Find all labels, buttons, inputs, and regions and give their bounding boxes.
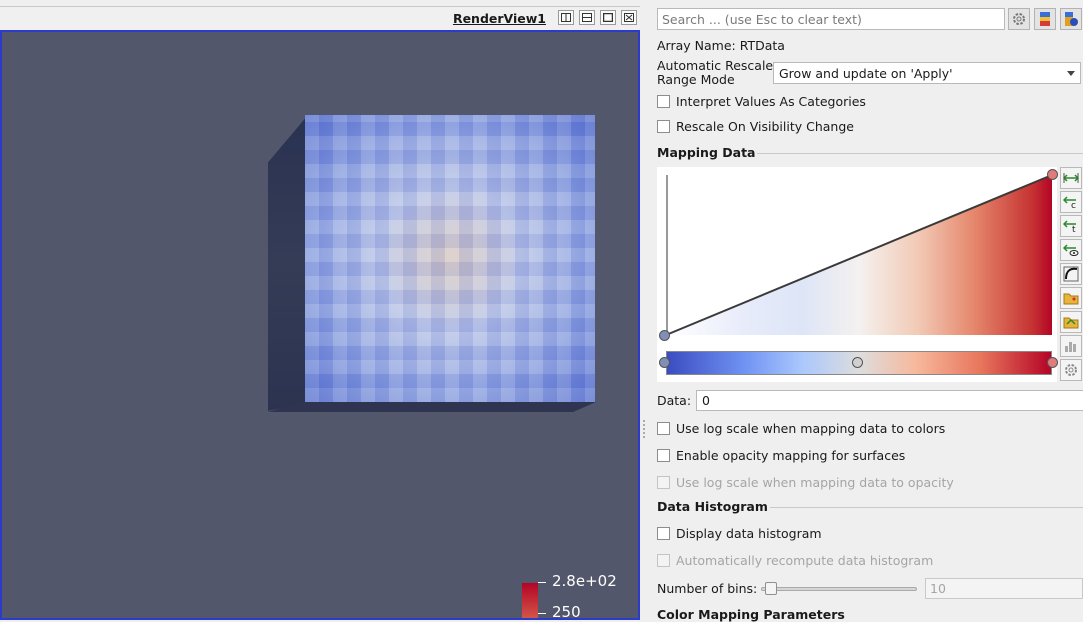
maximize-icon[interactable] <box>600 10 616 25</box>
rescale-temporal-range-icon[interactable]: t <box>1060 215 1082 237</box>
data-label: Data: <box>657 393 692 408</box>
legend-label-250: 250 <box>552 603 581 620</box>
bins-label: Number of bins: <box>657 581 758 596</box>
display-histogram-row[interactable]: Display data histogram <box>657 526 822 541</box>
legend-label-max: 2.8e+02 <box>552 572 617 590</box>
svg-text:c: c <box>1071 201 1076 209</box>
color-point-mid[interactable] <box>852 357 863 368</box>
cube-bottom-face <box>268 402 596 412</box>
scalar-bar-legend[interactable] <box>522 583 538 618</box>
data-histogram-title: Data Histogram <box>657 499 768 514</box>
rescale-visibility-row[interactable]: Rescale On Visibility Change <box>657 119 854 134</box>
close-icon[interactable] <box>621 10 637 25</box>
auto-recompute-checkbox <box>657 554 670 567</box>
auto-recompute-label: Automatically recompute data histogram <box>676 553 934 568</box>
rescale-visibility-checkbox[interactable] <box>657 120 670 133</box>
splitter-grip <box>643 420 645 440</box>
bins-input: 10 <box>925 578 1083 599</box>
opacity-function-line <box>665 174 1053 336</box>
interpret-categories-label: Interpret Values As Categories <box>676 94 866 109</box>
legend-tick-250 <box>538 613 546 614</box>
mapping-data-title: Mapping Data <box>657 145 756 160</box>
opacity-mapping-row[interactable]: Enable opacity mapping for surfaces <box>657 448 905 463</box>
render-viewport[interactable]: 2.8e+02 250 <box>0 30 640 620</box>
display-histogram-label: Display data histogram <box>676 526 822 541</box>
advanced-settings-gear-icon[interactable] <box>1060 359 1082 381</box>
auto-recompute-row: Automatically recompute data histogram <box>657 553 933 568</box>
interpret-categories-checkbox[interactable] <box>657 95 670 108</box>
edit-color-map-icon[interactable] <box>1060 263 1082 285</box>
split-vertical-icon[interactable] <box>579 10 595 25</box>
opacity-mapping-label: Enable opacity mapping for surfaces <box>676 448 906 463</box>
log-colors-row[interactable]: Use log scale when mapping data to color… <box>657 421 945 436</box>
array-name-label: Array Name: RTData <box>657 38 785 53</box>
color-palette-icon[interactable] <box>1034 8 1056 30</box>
log-opacity-row: Use log scale when mapping data to opaci… <box>657 475 954 490</box>
rescale-visibility-label: Rescale On Visibility Change <box>676 119 854 134</box>
data-histogram-icon[interactable] <box>1060 335 1082 357</box>
panel-splitter[interactable] <box>640 0 648 620</box>
mapping-data-divider <box>757 153 1083 154</box>
data-histogram-divider <box>770 507 1083 508</box>
log-colors-label: Use log scale when mapping data to color… <box>676 421 946 436</box>
display-histogram-checkbox[interactable] <box>657 527 670 540</box>
rescale-custom-range-icon[interactable]: c <box>1060 191 1082 213</box>
opacity-point-max[interactable] <box>1047 169 1058 180</box>
search-input[interactable] <box>657 8 1005 30</box>
save-to-preset-icon[interactable] <box>1060 287 1082 309</box>
legend-tick-top <box>538 582 546 583</box>
data-value-input[interactable]: 0 <box>696 390 1083 411</box>
chevron-down-icon <box>1067 71 1075 76</box>
bins-slider-thumb[interactable] <box>765 582 777 595</box>
rescale-mode-value: Grow and update on 'Apply' <box>779 66 953 81</box>
log-colors-checkbox[interactable] <box>657 422 670 435</box>
bins-slider[interactable] <box>761 587 917 591</box>
choose-preset-icon[interactable] <box>1060 8 1082 30</box>
rescale-to-data-range-icon[interactable] <box>1060 167 1082 189</box>
rescale-mode-label: Automatic Rescale Range Mode <box>657 59 773 87</box>
cube-front-face <box>305 115 595 402</box>
rescale-mode-label-line1: Automatic Rescale <box>657 58 774 73</box>
gear-icon[interactable] <box>1008 8 1030 30</box>
render-view-header: RenderView1 <box>0 6 640 30</box>
log-opacity-checkbox <box>657 476 670 489</box>
render-view-title[interactable]: RenderView1 <box>453 11 546 26</box>
rescale-mode-dropdown[interactable]: Grow and update on 'Apply' <box>773 62 1081 84</box>
opacity-point-min[interactable] <box>659 330 670 341</box>
color-point-min[interactable] <box>659 357 670 368</box>
opacity-mapping-checkbox[interactable] <box>657 449 670 462</box>
open-preset-icon[interactable] <box>1060 311 1082 333</box>
log-opacity-label: Use log scale when mapping data to opaci… <box>676 475 954 490</box>
interpret-categories-row[interactable]: Interpret Values As Categories <box>657 94 866 109</box>
opacity-axis <box>666 175 668 335</box>
svg-text:t: t <box>1072 225 1076 233</box>
color-point-max[interactable] <box>1047 357 1058 368</box>
rescale-visible-range-icon[interactable] <box>1060 239 1082 261</box>
rescale-mode-label-line2: Range Mode <box>657 72 735 87</box>
cube-side-face <box>268 115 308 411</box>
split-horizontal-icon[interactable] <box>558 10 574 25</box>
